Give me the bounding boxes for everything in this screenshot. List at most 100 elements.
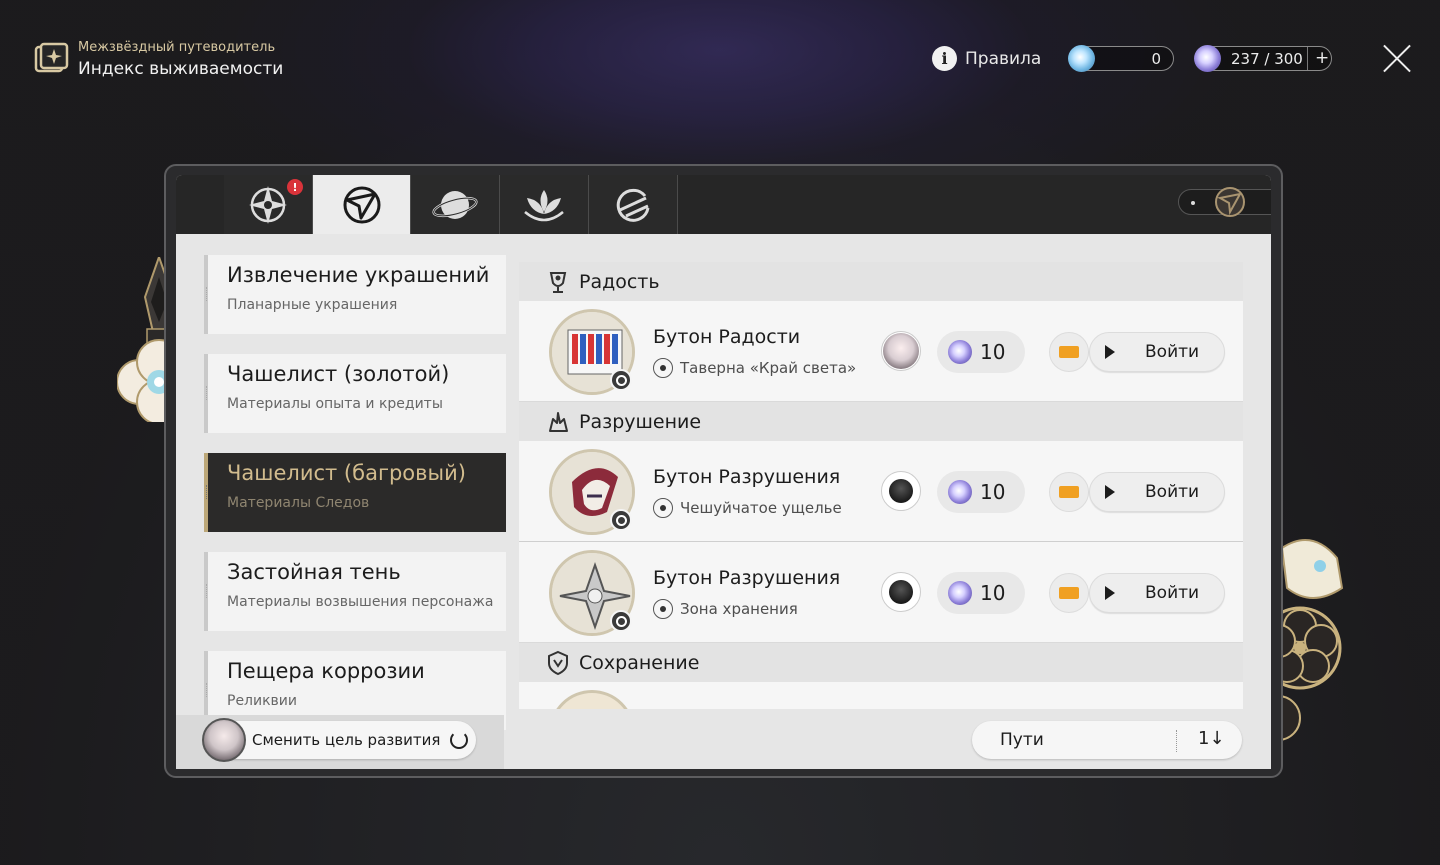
tab-planet[interactable] [411, 175, 500, 234]
domain-name: Бутон Радости [653, 326, 801, 348]
power-cost: 10 [937, 572, 1025, 614]
cost-value: 10 [980, 581, 1006, 605]
category-subtitle: Материалы опыта и кредиты [227, 396, 443, 412]
category-subtitle: Реликвии [227, 693, 298, 709]
enter-button[interactable]: Войти [1089, 573, 1225, 613]
sort-by-path-button[interactable]: Пути 1↓ [972, 721, 1242, 759]
category-stagnant-shadow[interactable]: Застойная тень Материалы возвышения перс… [204, 552, 506, 631]
category-title: Чашелист (золотой) [227, 362, 450, 386]
tab-compass[interactable]: ! [224, 175, 313, 234]
domain-row-partial[interactable] [519, 682, 1243, 709]
category-calyx-golden[interactable]: Чашелист (золотой) Материалы опыта и кре… [204, 354, 506, 433]
character-avatar [202, 718, 246, 762]
guide-book-icon [34, 42, 69, 73]
domain-location[interactable]: Чешуйчатое ущелье [653, 498, 842, 518]
enter-button[interactable]: Войти [1089, 472, 1225, 512]
sort-label: Пути [1000, 730, 1044, 750]
tab-cycle[interactable] [589, 175, 678, 234]
close-button[interactable] [1381, 43, 1412, 74]
character-avatar[interactable] [881, 331, 921, 371]
category-ornament-extraction[interactable]: Извлечение украшений Планарные украшения [204, 255, 506, 334]
domain-name: Бутон Разрушения [653, 567, 841, 589]
trailblaze-power-icon [948, 480, 972, 504]
magnifier-icon[interactable] [610, 369, 632, 391]
change-goal-button[interactable]: Сменить цель развития [202, 718, 476, 762]
play-arrow-icon [1105, 586, 1115, 600]
compass-star-icon [249, 185, 287, 224]
section-title: Разрушение [579, 410, 702, 433]
character-avatar[interactable] [881, 471, 921, 511]
category-subtitle: Планарные украшения [227, 297, 398, 313]
category-title: Извлечение украшений [227, 263, 490, 287]
ticket-icon[interactable] [1049, 472, 1089, 512]
location-label: Зона хранения [680, 600, 798, 618]
alert-badge: ! [287, 179, 303, 195]
character-avatar[interactable] [881, 572, 921, 612]
magnifier-icon[interactable] [610, 610, 632, 632]
add-power-button[interactable]: + [1315, 48, 1329, 68]
category-subtitle: Материалы Следов [227, 495, 370, 511]
enter-label: Войти [1145, 583, 1200, 603]
trailblaze-power-icon [948, 340, 972, 364]
trailblaze-power-icon [948, 581, 972, 605]
tab-trailblaze[interactable] [313, 175, 411, 234]
enter-label: Войти [1145, 342, 1200, 362]
play-arrow-icon [1105, 345, 1115, 359]
category-title: Застойная тень [227, 560, 401, 584]
tab-bar: ! [176, 175, 1271, 234]
fuel-counter[interactable]: 0 [1068, 45, 1174, 72]
location-label: Таверна «Край света» [680, 359, 857, 377]
trailblaze-power-value: 237 / 300 [1231, 50, 1303, 68]
header-subtitle: Межзвёздный путеводитель [78, 40, 276, 55]
ticket-icon[interactable] [1049, 332, 1089, 372]
change-goal-label: Сменить цель развития [252, 731, 441, 749]
domain-thumbnail [549, 690, 635, 709]
tab-lotus[interactable] [500, 175, 589, 234]
domain-row[interactable]: Бутон Радости Таверна «Край света» 10 Во… [519, 301, 1243, 402]
trailblaze-power-icon [1194, 45, 1221, 72]
location-label: Чешуйчатое ущелье [680, 499, 842, 517]
rules-button[interactable]: i Правила [932, 46, 1041, 71]
trailblaze-power-counter[interactable]: 237 / 300 + [1194, 45, 1332, 72]
play-arrow-icon [1105, 485, 1115, 499]
info-icon: i [932, 46, 957, 71]
section-header-joy: Радость [519, 262, 1243, 301]
trailblaze-shield-icon [343, 186, 380, 223]
section-title: Сохранение [579, 651, 700, 674]
lotus-icon [524, 189, 564, 221]
sort-order-icon[interactable]: 1↓ [1198, 728, 1225, 749]
domain-location[interactable]: Зона хранения [653, 599, 798, 619]
section-header-destruction: Разрушение [519, 402, 1243, 441]
path-abundance-icon [549, 271, 567, 293]
magnifier-icon[interactable] [610, 509, 632, 531]
category-list: Извлечение украшений Планарные украшения… [204, 255, 506, 750]
enter-label: Войти [1145, 482, 1200, 502]
fuel-icon [1068, 45, 1095, 72]
domain-list[interactable]: Радость Бутон Радости Таверна «Край свет… [519, 262, 1243, 709]
location-pin-icon [653, 358, 673, 378]
category-calyx-crimson[interactable]: Чашелист (багровый) Материалы Следов [204, 453, 506, 532]
cost-value: 10 [980, 480, 1006, 504]
section-title: Радость [579, 270, 660, 293]
location-pin-icon [653, 498, 673, 518]
page-title: Индекс выживаемости [78, 59, 284, 79]
path-preservation-icon [548, 650, 568, 675]
emblem-icon [1215, 187, 1245, 217]
category-title: Пещера коррозии [227, 659, 425, 683]
ticket-icon[interactable] [1049, 573, 1089, 613]
fuel-count: 0 [1151, 50, 1161, 68]
trailblaze-emblem-toggle[interactable] [1178, 187, 1271, 217]
path-destruction-icon [549, 411, 568, 432]
refresh-icon [450, 731, 469, 749]
domain-row[interactable]: Бутон Разрушения Чешуйчатое ущелье 10 Во… [519, 441, 1243, 542]
domain-location[interactable]: Таверна «Край света» [653, 358, 856, 378]
power-cost: 10 [937, 471, 1025, 513]
cycle-icon [616, 188, 650, 222]
main-panel: ! Извлечение украшений Планарные украшен… [176, 175, 1271, 769]
enter-button[interactable]: Войти [1089, 332, 1225, 372]
domain-name: Бутон Разрушения [653, 466, 841, 488]
domain-row[interactable]: Бутон Разрушения Зона хранения 10 Войти [519, 542, 1243, 643]
location-pin-icon [653, 599, 673, 619]
category-title: Чашелист (багровый) [227, 461, 466, 485]
section-header-preservation: Сохранение [519, 643, 1243, 682]
